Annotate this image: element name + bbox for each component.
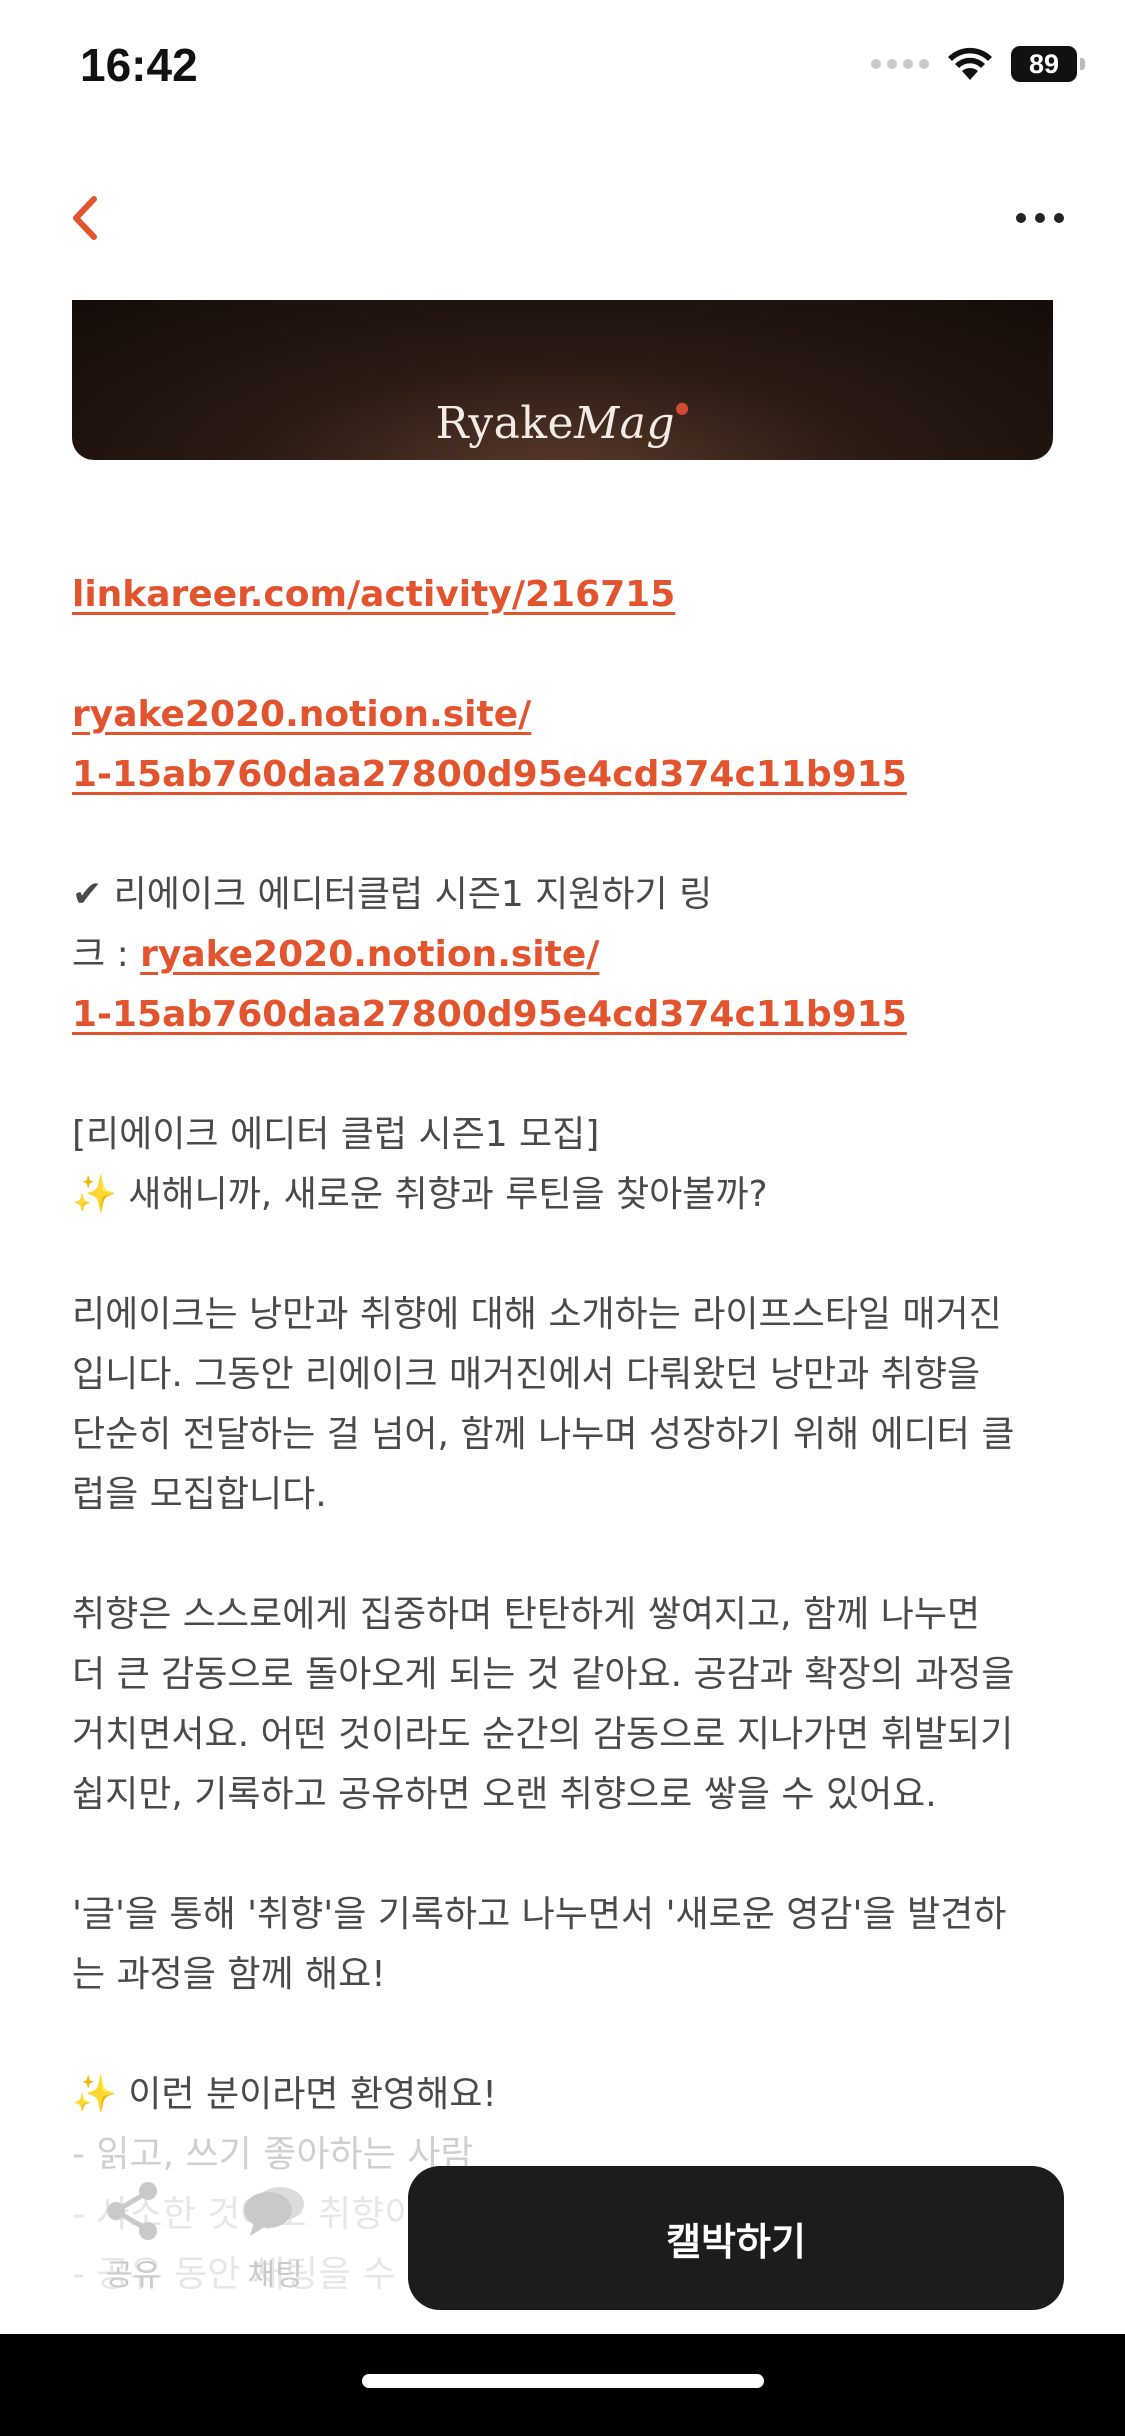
notion-link-line2[interactable]: 1-15ab760daa27800d95e4cd374c11b915 — [72, 745, 1062, 805]
share-label: 공유 — [105, 2258, 161, 2293]
record-line: '글'을 통해 '취향'을 기록하고 나누면서 '새로운 영감'을 발견하 — [72, 1894, 1007, 1935]
taste-line: 거치면서요. 어떤 것이라도 순간의 감동으로 지나가면 휘발되기 — [72, 1714, 1014, 1755]
screen: 16:42 89 RyakeMag● linkareer.com/activit… — [0, 0, 1125, 2436]
chat-bubbles-icon — [244, 2187, 304, 2236]
apply-text-line1: ✔︎ 리에이크 에디터클럽 시즌1 지원하기 링 — [72, 874, 713, 915]
paragraph-recruit: [리에이크 에디터 클럽 시즌1 모집] ✨ 새해니까, 새로운 취향과 루틴을… — [72, 1105, 1062, 1225]
wifi-icon — [948, 47, 992, 80]
taste-line: 쉽지만, 기록하고 공유하면 오랜 취향으로 쌓을 수 있어요. — [72, 1774, 937, 1815]
activity-link[interactable]: linkareer.com/activity/216715 — [72, 565, 1062, 625]
home-indicator-area — [0, 2334, 1125, 2436]
status-time: 16:42 — [80, 39, 198, 91]
chevron-left-icon — [73, 196, 97, 240]
status-indicators: 89 — [871, 46, 1085, 82]
welcome-title: ✨ 이런 분이라면 환영해요! — [72, 2074, 497, 2115]
bookmark-calendar-button[interactable]: 캘박하기 — [408, 2166, 1064, 2310]
status-bar: 16:42 89 — [0, 0, 1125, 140]
apply-text-line2: 크 : — [72, 934, 141, 975]
intro-line: 리에이크는 낭만과 취향에 대해 소개하는 라이프스타일 매거진 — [72, 1294, 1002, 1335]
magazine-logo: RyakeMag● — [435, 398, 690, 449]
article-body: linkareer.com/activity/216715 ryake2020.… — [72, 565, 1062, 2365]
intro-line: 럽을 모집합니다. — [72, 1474, 327, 1515]
bottom-action-bar: 공유 채팅 캘박하기 — [0, 2150, 1125, 2330]
signal-icon — [871, 59, 929, 69]
cover-image: RyakeMag● — [72, 300, 1053, 460]
apply-link-line2[interactable]: 1-15ab760daa27800d95e4cd374c11b915 — [72, 985, 1062, 1045]
chat-label: 채팅 — [247, 2258, 303, 2293]
paragraph-taste: 취향은 스스로에게 집중하며 탄탄하게 쌓여지고, 함께 나누면 더 큰 감동으… — [72, 1585, 1062, 1825]
paragraph-link2: ryake2020.notion.site/ 1-15ab760daa27800… — [72, 685, 1062, 805]
paragraph-intro: 리에이크는 낭만과 취향에 대해 소개하는 라이프스타일 매거진 입니다. 그동… — [72, 1285, 1062, 1525]
recruit-subtitle: ✨ 새해니까, 새로운 취향과 루틴을 찾아볼까? — [72, 1174, 768, 1215]
apply-link-line1[interactable]: ryake2020.notion.site/ — [140, 934, 599, 975]
notion-link-line1[interactable]: ryake2020.notion.site/ — [72, 685, 1062, 745]
intro-line: 단순히 전달하는 걸 넘어, 함께 나누며 성장하기 위해 에디터 클 — [72, 1414, 1015, 1455]
taste-line: 더 큰 감동으로 돌아오게 되는 것 같아요. 공감과 확장의 과정을 — [72, 1654, 1015, 1695]
share-button[interactable]: 공유 — [88, 2180, 178, 2300]
taste-line: 취향은 스스로에게 집중하며 탄탄하게 쌓여지고, 함께 나누면 — [72, 1594, 981, 1635]
home-indicator[interactable] — [362, 2374, 764, 2388]
battery-level: 89 — [1028, 48, 1060, 79]
more-horizontal-icon — [1016, 213, 1026, 223]
battery-icon: 89 — [1011, 46, 1085, 82]
paragraph-record: '글'을 통해 '취향'을 기록하고 나누면서 '새로운 영감'을 발견하 는 … — [72, 1885, 1062, 2005]
paragraph-link1: linkareer.com/activity/216715 — [72, 565, 1062, 625]
nav-bar — [0, 170, 1125, 260]
recruit-title: [리에이크 에디터 클럽 시즌1 모집] — [72, 1114, 600, 1155]
chat-button[interactable]: 채팅 — [230, 2180, 320, 2300]
more-button[interactable] — [1005, 188, 1075, 248]
share-icon — [107, 2182, 157, 2240]
paragraph-apply: ✔︎ 리에이크 에디터클럽 시즌1 지원하기 링 크 : ryake2020.n… — [72, 865, 1062, 1045]
record-line: 는 과정을 함께 해요! — [72, 1954, 386, 1995]
intro-line: 입니다. 그동안 리에이크 매거진에서 다뤄왔던 낭만과 취향을 — [72, 1354, 981, 1395]
back-button[interactable] — [60, 188, 110, 248]
